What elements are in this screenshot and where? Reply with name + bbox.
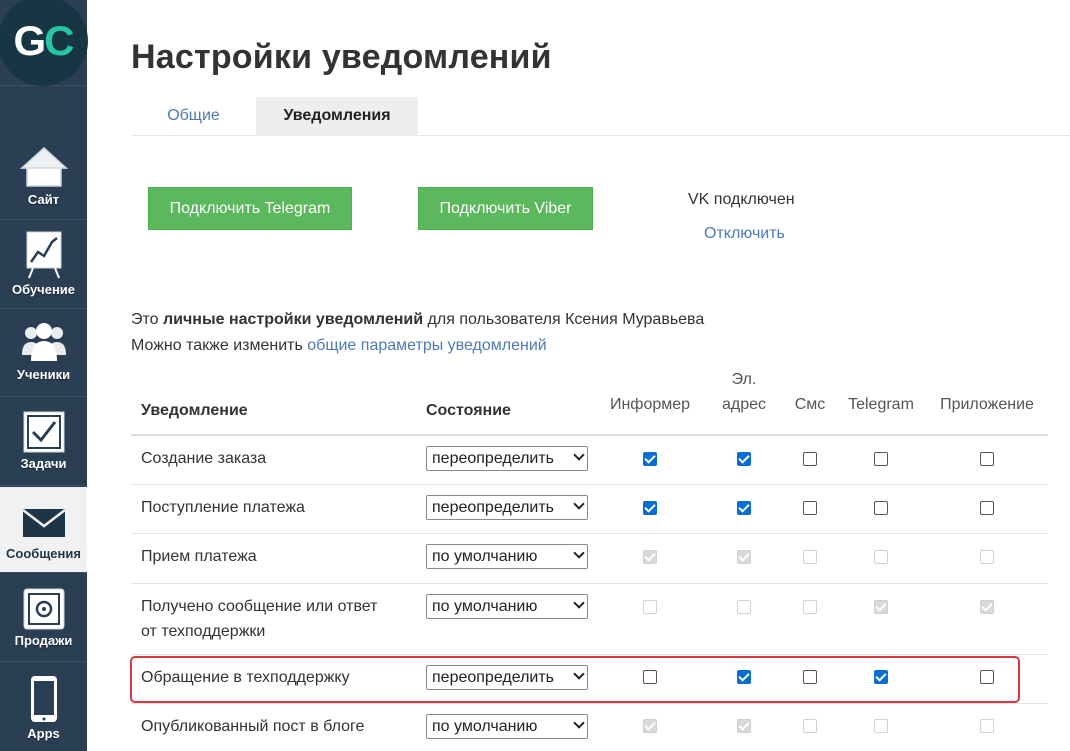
checkbox-informer[interactable] bbox=[643, 452, 657, 466]
chevron-down-icon bbox=[573, 717, 585, 729]
sidebar-item-label: Apps bbox=[27, 726, 60, 741]
getcourse-logo[interactable]: GC bbox=[0, 0, 88, 86]
checkbox-app bbox=[980, 600, 994, 614]
checkbox-email bbox=[737, 550, 751, 564]
checkbox-sms bbox=[803, 719, 817, 733]
chevron-down-icon bbox=[573, 498, 585, 510]
vk-disconnect-link[interactable]: Отключить bbox=[704, 225, 785, 243]
highlight-frame bbox=[130, 656, 1020, 703]
sidebar-item-label: Сайт bbox=[27, 192, 60, 207]
col-header-telegram: Telegram bbox=[848, 396, 914, 413]
safe-icon bbox=[23, 588, 64, 630]
checkbox-app[interactable] bbox=[980, 452, 994, 466]
checkbox-informer bbox=[643, 719, 657, 733]
col-header-email-1: Эл. bbox=[731, 371, 757, 388]
connect-telegram-button[interactable]: Подключить Telegram bbox=[148, 187, 352, 230]
state-select-payment-accepted[interactable]: по умолчанию bbox=[426, 544, 588, 569]
checkbox-informer[interactable] bbox=[643, 501, 657, 515]
general-settings-link[interactable]: общие параметры уведомлений bbox=[307, 337, 546, 354]
row-divider bbox=[131, 583, 1048, 584]
checkbox-sms bbox=[803, 600, 817, 614]
sidebar-item-label: Сообщения bbox=[6, 546, 81, 561]
home-icon bbox=[19, 146, 68, 187]
chart-board-icon bbox=[26, 231, 61, 279]
col-header-sms: Смс bbox=[794, 396, 826, 413]
connect-viber-button[interactable]: Подключить Viber bbox=[418, 187, 593, 230]
sidebar-item-site[interactable]: Сайт bbox=[0, 132, 87, 220]
phone-icon bbox=[30, 676, 57, 722]
row-divider bbox=[131, 484, 1048, 485]
checkbox-email[interactable] bbox=[737, 501, 751, 515]
sidebar-item-training[interactable]: Обучение bbox=[0, 220, 87, 309]
sidebar-item-apps[interactable]: Apps bbox=[0, 662, 87, 751]
general-settings-info: Можно также изменить общие параметры уве… bbox=[131, 337, 547, 354]
checkbox-sms[interactable] bbox=[803, 501, 817, 515]
row-divider bbox=[131, 533, 1048, 534]
row-name-support-message-2: от техподдержки bbox=[141, 623, 266, 640]
sidebar-item-label: Задачи bbox=[20, 456, 67, 471]
personal-settings-bold: личные настройки уведомлений bbox=[163, 311, 424, 328]
row-name-blog-post: Опубликованный пост в блоге bbox=[141, 718, 365, 735]
personal-settings-info: Это личные настройки уведомлений для пол… bbox=[131, 311, 705, 328]
vk-status: VK подключен bbox=[688, 191, 795, 208]
state-select-blog-post[interactable]: по умолчанию bbox=[426, 714, 588, 739]
chevron-down-icon bbox=[573, 597, 585, 609]
checkbox-telegram bbox=[874, 600, 888, 614]
col-header-state: Состояние bbox=[426, 402, 511, 419]
row-divider bbox=[131, 703, 1048, 704]
logo-area: GC bbox=[0, 0, 88, 86]
col-header-informer: Информер bbox=[609, 396, 691, 413]
row-divider bbox=[131, 654, 1048, 655]
checkbox-app[interactable] bbox=[980, 501, 994, 515]
main-content: Настройки уведомлений Общие Уведомления … bbox=[87, 0, 1070, 751]
row-name-order-created: Создание заказа bbox=[141, 450, 267, 467]
checkbox-telegram bbox=[874, 719, 888, 733]
col-header-app: Приложение bbox=[940, 396, 1034, 413]
checkbox-telegram[interactable] bbox=[874, 501, 888, 515]
state-select-payment-received[interactable]: переопределить bbox=[426, 495, 588, 520]
sidebar-item-label: Ученики bbox=[16, 367, 71, 382]
chevron-down-icon bbox=[573, 547, 585, 559]
row-name-payment-accepted: Прием платежа bbox=[141, 548, 257, 565]
sidebar-item-messages[interactable]: Сообщения bbox=[0, 487, 87, 573]
users-icon bbox=[21, 323, 66, 361]
checkbox-sms[interactable] bbox=[803, 452, 817, 466]
envelope-icon bbox=[21, 509, 66, 537]
tab-bar: Общие Уведомления bbox=[131, 97, 1070, 136]
state-select-order-created[interactable]: переопределить bbox=[426, 446, 588, 471]
checkbox-email bbox=[737, 600, 751, 614]
state-select-support-message[interactable]: по умолчанию bbox=[426, 594, 588, 619]
sidebar-item-label: Обучение bbox=[11, 282, 76, 297]
tab-general[interactable]: Общие bbox=[131, 97, 256, 136]
chevron-down-icon bbox=[573, 449, 585, 461]
checkbox-app bbox=[980, 550, 994, 564]
row-name-payment-received: Поступление платежа bbox=[141, 499, 305, 516]
checkbox-icon bbox=[23, 411, 64, 453]
checkbox-informer bbox=[643, 600, 657, 614]
row-name-support-message-1: Получено сообщение или ответ bbox=[141, 598, 378, 615]
col-header-email-2: адрес bbox=[721, 396, 767, 413]
sidebar-item-students[interactable]: Ученики bbox=[0, 309, 87, 397]
sidebar-item-tasks[interactable]: Задачи bbox=[0, 397, 87, 486]
checkbox-email bbox=[737, 719, 751, 733]
tab-notifications[interactable]: Уведомления bbox=[256, 97, 418, 136]
table-header-divider bbox=[131, 434, 1048, 436]
checkbox-telegram bbox=[874, 550, 888, 564]
sidebar-item-sales[interactable]: Продажи bbox=[0, 573, 87, 662]
sidebar-item-label: Продажи bbox=[14, 633, 73, 648]
col-header-notification: Уведомление bbox=[141, 402, 248, 419]
page-title: Настройки уведомлений bbox=[131, 38, 552, 76]
checkbox-app bbox=[980, 719, 994, 733]
checkbox-informer bbox=[643, 550, 657, 564]
sidebar: GC Сайт Обучение Ученики Задачи Сообщени… bbox=[0, 0, 88, 751]
checkbox-telegram[interactable] bbox=[874, 452, 888, 466]
checkbox-sms bbox=[803, 550, 817, 564]
checkbox-email[interactable] bbox=[737, 452, 751, 466]
